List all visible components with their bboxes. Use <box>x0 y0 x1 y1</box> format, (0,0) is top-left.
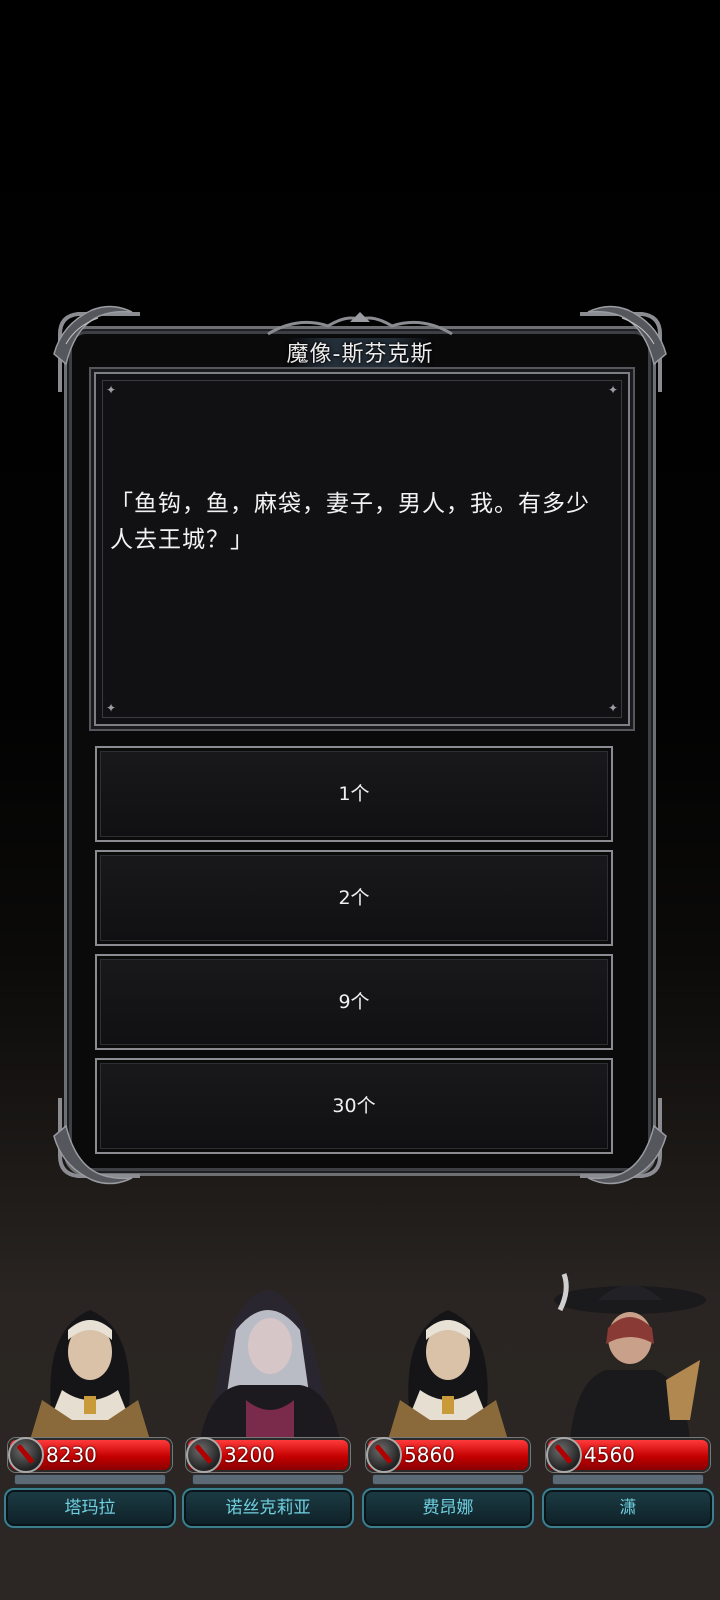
sub-bar <box>192 1474 344 1485</box>
member-nameplate[interactable]: 塔玛拉 <box>4 1488 176 1528</box>
hp-bar: 5860 <box>366 1437 530 1473</box>
sub-bar <box>372 1474 524 1485</box>
sparkle-icon: ✦ <box>607 383 618 397</box>
nun-portrait <box>388 1310 508 1440</box>
sub-bar <box>14 1474 166 1485</box>
hp-bar: 8230 <box>8 1437 172 1473</box>
party-member-2[interactable]: 3200 诺丝克莉亚 <box>180 1270 356 1530</box>
hp-bar: 4560 <box>546 1437 710 1473</box>
party-member-1[interactable]: 8230 塔玛拉 <box>2 1270 178 1530</box>
dialog-title: 魔像-斯芬克斯 <box>286 342 434 367</box>
member-nameplate[interactable]: 费昂娜 <box>362 1488 534 1528</box>
party-member-4[interactable]: 4560 潇 <box>540 1270 716 1530</box>
sub-bar <box>552 1474 704 1485</box>
hp-value: 4560 <box>584 1443 635 1467</box>
question-text: 「鱼钩，鱼，麻袋，妻子，男人，我。有多少人去王城？」 <box>110 491 590 553</box>
sword-hp-icon <box>8 1437 44 1473</box>
hp-bar: 3200 <box>186 1437 350 1473</box>
sparkle-icon: ✦ <box>106 701 117 715</box>
hp-value: 5860 <box>404 1443 455 1467</box>
member-nameplate[interactable]: 潇 <box>542 1488 714 1528</box>
hp-value: 3200 <box>224 1443 275 1467</box>
riddle-dialog: 魔像-斯芬克斯 ✦ ✦ ✦ ✦ 「鱼钩，鱼，麻袋，妻子，男人，我。有多少人去王城… <box>53 305 667 1185</box>
sword-hp-icon <box>546 1437 582 1473</box>
answer-option-2[interactable]: 2个 <box>95 850 613 946</box>
answer-option-1[interactable]: 1个 <box>95 746 613 842</box>
question-panel: ✦ ✦ ✦ ✦ 「鱼钩，鱼，麻袋，妻子，男人，我。有多少人去王城？」 <box>94 372 630 726</box>
member-nameplate[interactable]: 诺丝克莉亚 <box>182 1488 354 1528</box>
hp-value: 8230 <box>46 1443 97 1467</box>
answer-option-4[interactable]: 30个 <box>95 1058 613 1154</box>
answer-option-3[interactable]: 9个 <box>95 954 613 1050</box>
sorceress-portrait <box>200 1290 340 1440</box>
hat-warrior-portrait <box>554 1273 706 1440</box>
sparkle-icon: ✦ <box>106 383 117 397</box>
sparkle-icon: ✦ <box>607 701 618 715</box>
sword-hp-icon <box>186 1437 222 1473</box>
game-screen: 魔像-斯芬克斯 ✦ ✦ ✦ ✦ 「鱼钩，鱼，麻袋，妻子，男人，我。有多少人去王城… <box>0 0 720 1600</box>
sword-hp-icon <box>366 1437 402 1473</box>
nun-portrait <box>30 1310 150 1440</box>
party-member-3[interactable]: 5860 费昂娜 <box>360 1270 536 1530</box>
